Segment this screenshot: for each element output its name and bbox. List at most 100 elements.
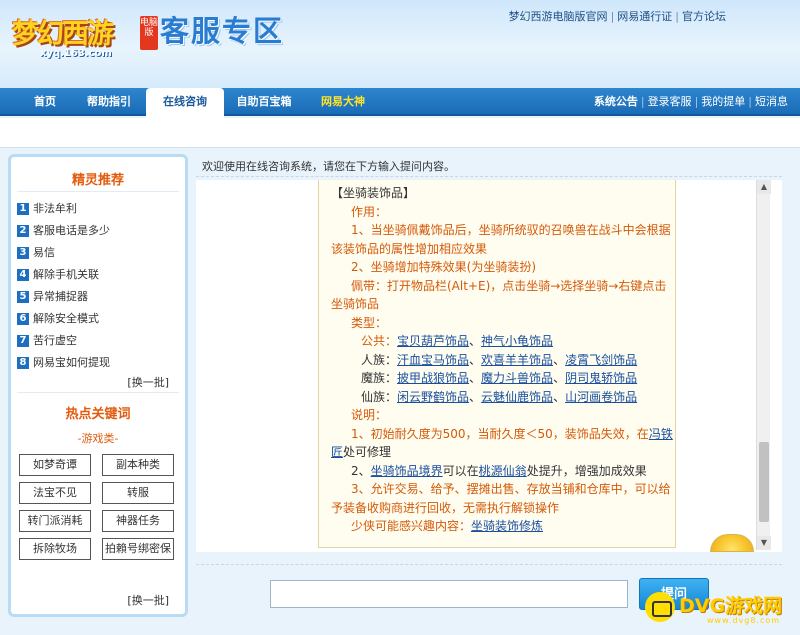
link-passport[interactable]: 网易通行证 (617, 10, 672, 23)
game-logo[interactable]: 梦幻西游 电脑版 xyq.163.com (6, 4, 158, 66)
npc-link[interactable]: 桃源仙翁 (479, 464, 527, 478)
site-header: 梦幻西游 电脑版 xyq.163.com 客服专区 梦幻西游电脑版官网 | 网易通行… (0, 0, 800, 88)
service-avatar (710, 534, 754, 552)
note-text: 2、 (351, 463, 371, 478)
hot-keywords-title: 热点关键词 (65, 407, 131, 422)
note-line: 1、初始耐久度为500，当耐久度＜50，装饰品失效，在冯铁 (331, 425, 673, 444)
refresh-tips-link[interactable]: [换一批] (11, 374, 185, 392)
nav-help[interactable]: 帮助指引 (78, 88, 140, 116)
list-item[interactable]: 5 异常捕捉器 (17, 286, 185, 308)
keyword-button[interactable]: 如梦奇谭 (19, 454, 91, 476)
note-line: 匠处可修理 (331, 443, 669, 462)
keyword-button[interactable]: 转服 (102, 482, 174, 504)
nav-online-consult[interactable]: 在线咨询 (146, 88, 224, 118)
number-badge: 8 (17, 357, 29, 369)
chat-log[interactable]: 【坐骑装饰品】 作用： 1、当坐骑佩戴饰品后，坐骑所统驭的召唤兽在战斗中会根据 … (196, 180, 782, 552)
list-item[interactable]: 1 非法牟利 (17, 198, 185, 220)
site-watermark: DVG游戏网 www.dvg8.com (645, 586, 795, 630)
usage-label: 作用： (351, 204, 388, 219)
item-link[interactable]: 阴司鬼轿饰品 (565, 371, 637, 385)
nav-self-service[interactable]: 自助百宝箱 (228, 88, 300, 116)
page-title: 客服专区 (160, 14, 285, 48)
nav-home[interactable]: 首页 (20, 88, 70, 116)
item-link[interactable]: 云魅仙鹿饰品 (481, 390, 553, 404)
nav-netease-dashen[interactable]: 网易大神 (310, 88, 376, 116)
tip-label: 易信 (33, 246, 55, 259)
type-row: 魔族：披甲战狼饰品、魔力斗兽饰品、阴司鬼轿饰品 (361, 371, 638, 385)
note-line: 2、坐骑饰品境界可以在桃源仙翁处提升，增强加成效果 (331, 462, 669, 481)
link-login-service[interactable]: 登录客服 (648, 95, 692, 108)
link-messages[interactable]: 短消息 (755, 95, 788, 108)
npc-link[interactable]: 匠 (331, 445, 343, 459)
race-label: 魔族： (361, 371, 398, 385)
item-link[interactable]: 闲云野鹤饰品 (397, 390, 469, 404)
note-text: 处可修理 (343, 445, 392, 459)
watermark-text: DVG游戏网 (679, 595, 783, 617)
type-label: 类型： (351, 315, 388, 330)
refresh-keywords-link[interactable]: [换一批] (127, 592, 169, 608)
tip-label: 客服电话是多少 (33, 224, 110, 237)
item-link[interactable]: 神气小龟饰品 (481, 334, 553, 348)
keyword-button[interactable]: 转门派消耗 (19, 510, 91, 532)
item-link[interactable]: 凌霄飞剑饰品 (565, 353, 637, 367)
interest-line: 少侠可能感兴趣内容：坐骑装饰修炼 (331, 517, 669, 536)
type-row: 公共：宝贝葫芦饰品、神气小龟饰品 (361, 334, 554, 348)
keyword-button[interactable]: 副本种类 (102, 454, 174, 476)
list-item[interactable]: 6 解除安全模式 (17, 308, 185, 330)
note-label: 说明： (351, 408, 388, 422)
item-link[interactable]: 宝贝葫芦饰品 (397, 334, 469, 348)
link-my-tickets[interactable]: 我的提单 (701, 95, 745, 108)
npc-link[interactable]: 冯铁 (649, 427, 673, 441)
number-badge: 1 (17, 203, 29, 215)
number-badge: 6 (17, 313, 29, 325)
logo-text: 梦幻西游 (12, 19, 114, 50)
nav-strip (0, 118, 800, 148)
tip-label: 解除手机关联 (33, 268, 99, 281)
item-link[interactable]: 山河画卷饰品 (565, 390, 637, 404)
usage-line: 该装饰品的属性增加相应效果 (331, 241, 488, 256)
list-item[interactable]: 4 解除手机关联 (17, 264, 185, 286)
scroll-thumb[interactable] (759, 442, 769, 522)
answer-heading: 【坐骑装饰品】 (331, 186, 416, 200)
hot-category-label: -游戏类- (77, 432, 119, 445)
item-link[interactable]: 魔力斗兽饰品 (481, 371, 553, 385)
left-sidebar: 精灵推荐 1 非法牟利 2 客服电话是多少 3 易信 4 解除手机关联 5 异常捕捉器 6… (8, 154, 188, 617)
scroll-up-arrow-icon[interactable]: ▲ (757, 180, 771, 194)
item-link[interactable]: 欢喜羊羊饰品 (481, 353, 553, 367)
usage-line: 2、坐骑增加特殊效果(为坐骑装扮) (351, 260, 536, 274)
item-link[interactable]: 披甲战狼饰品 (397, 371, 469, 385)
number-badge: 7 (17, 335, 29, 347)
question-input[interactable] (270, 580, 628, 608)
number-badge: 4 (17, 269, 29, 281)
interest-label: 少侠可能感兴趣内容： (351, 519, 472, 533)
chat-panel: 欢迎使用在线咨询系统，请您在下方输入提问内容。 【坐骑装饰品】 作用： 1、当坐… (196, 150, 792, 620)
gamepad-icon (645, 592, 675, 622)
scroll-down-arrow-icon[interactable]: ▼ (757, 536, 771, 550)
divider (196, 564, 782, 565)
item-link[interactable]: 汗血宝马饰品 (397, 353, 469, 367)
list-item[interactable]: 8 网易宝如何提现 (17, 352, 185, 374)
divider (17, 392, 179, 393)
list-item[interactable]: 7 苦行虚空 (17, 330, 185, 352)
tips-list: 1 非法牟利 2 客服电话是多少 3 易信 4 解除手机关联 5 异常捕捉器 6 解除安全模… (11, 192, 185, 374)
keyword-button[interactable]: 法宝不见 (19, 482, 91, 504)
keyword-button[interactable]: 拍賴号绑密保 (102, 538, 174, 560)
logo-url: xyq.163.com (40, 48, 112, 59)
race-label: 仙族： (361, 389, 398, 404)
chat-scrollbar[interactable]: ▲ ▼ (756, 180, 771, 550)
link-announcement[interactable]: 系统公告 (594, 95, 638, 108)
divider (196, 176, 782, 177)
realm-link[interactable]: 坐骑饰品境界 (371, 464, 443, 478)
main-nav: 首页 帮助指引 在线咨询 自助百宝箱 网易大神 系统公告 | 登录客服 | 我的提单 | 短… (0, 88, 800, 118)
list-item[interactable]: 3 易信 (17, 242, 185, 264)
keyword-button[interactable]: 神器任务 (102, 510, 174, 532)
wear-line: 佩带：打开物品栏(Alt+E)，点击坐骑→选择坐骑→右键点击 (351, 278, 667, 293)
note-line: 3、允许交易、给予、摆摊出售、存放当铺和仓库中，可以给 (351, 482, 671, 496)
keyword-button[interactable]: 拆除牧场 (19, 538, 91, 560)
note-line: 予装备收购商进行回收，无需执行解锁操作 (331, 500, 560, 515)
list-item[interactable]: 2 客服电话是多少 (17, 220, 185, 242)
link-forum[interactable]: 官方论坛 (682, 10, 726, 23)
logo-badge: 电脑版 (140, 16, 158, 50)
interest-link[interactable]: 坐骑装饰修炼 (471, 519, 543, 533)
link-official-site[interactable]: 梦幻西游电脑版官网 (509, 10, 608, 23)
